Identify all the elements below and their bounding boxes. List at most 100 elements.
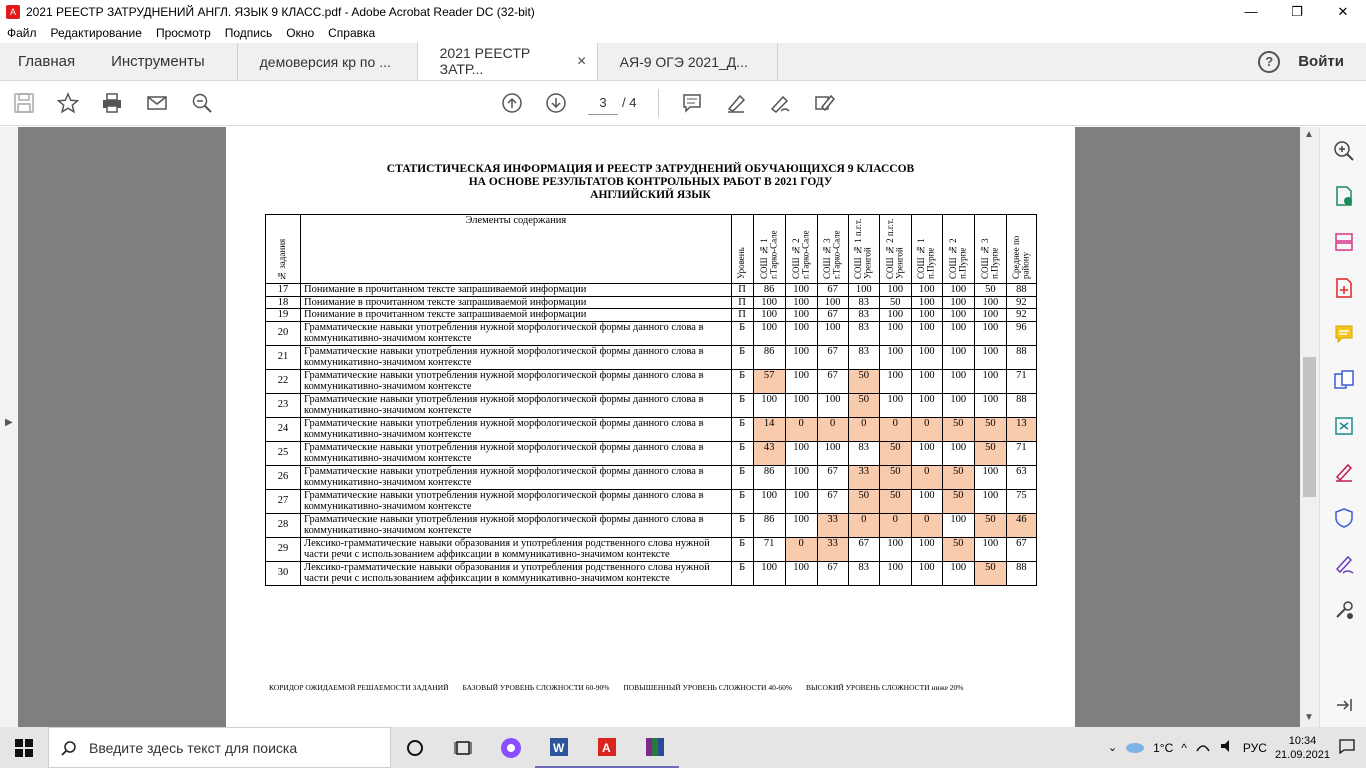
sign-icon[interactable] <box>768 91 792 115</box>
school-value-cell: 0 <box>816 416 849 442</box>
send-for-signature-icon[interactable] <box>1332 552 1356 576</box>
compress-pdf-icon[interactable] <box>1332 414 1356 438</box>
close-window-button[interactable]: ✕ <box>1320 0 1366 23</box>
level-cell: Б <box>730 488 754 514</box>
create-pdf-icon[interactable] <box>1332 276 1356 300</box>
weather-temp[interactable]: 1°C <box>1153 741 1173 755</box>
print-icon[interactable] <box>100 91 124 115</box>
school-value-cell: 50 <box>973 283 1007 297</box>
scroll-down-icon[interactable]: ▼ <box>1304 712 1314 723</box>
task-number-cell: 30 <box>264 560 302 586</box>
acrobat-taskbar-icon[interactable]: A <box>583 727 631 768</box>
collapse-tools-icon[interactable] <box>1332 693 1356 717</box>
menu-sign[interactable]: Подпись <box>218 26 280 40</box>
menu-file[interactable]: Файл <box>0 26 44 40</box>
school-value-cell: 100 <box>941 440 975 466</box>
school-value-cell: 100 <box>910 368 943 394</box>
winrar-app-icon[interactable] <box>631 727 679 768</box>
school-value-cell: 100 <box>784 560 818 586</box>
menu-window[interactable]: Окно <box>279 26 321 40</box>
tray-expand-icon[interactable]: ⌄ <box>1108 741 1117 754</box>
content-element-cell: Грамматические навыки употребления нужно… <box>300 512 732 538</box>
start-button[interactable] <box>0 727 48 768</box>
expand-left-icon[interactable]: ▶ <box>5 417 13 428</box>
zoom-search-icon[interactable] <box>190 91 214 115</box>
school-value-cell: 100 <box>752 295 786 309</box>
school-value-cell: 100 <box>910 392 943 418</box>
legend-high: ВЫСОКИЙ УРОВЕНЬ СЛОЖНОСТИ ниже 20% <box>805 683 964 692</box>
prev-page-icon[interactable] <box>500 91 524 115</box>
export-pdf-icon[interactable] <box>1332 184 1356 208</box>
table-row: 26 Грамматические навыки употребления нуж… <box>264 464 1038 490</box>
organize-pages-icon[interactable] <box>1332 230 1356 254</box>
school-value-cell: 67 <box>816 368 849 394</box>
bookmark-star-icon[interactable] <box>56 91 80 115</box>
restore-button[interactable]: ❐ <box>1274 0 1320 23</box>
average-value-cell: 96 <box>1005 320 1038 346</box>
comment-icon[interactable] <box>680 91 704 115</box>
taskbar-search[interactable]: Введите здесь текст для поиска <box>48 727 391 768</box>
page-number-input[interactable]: 3 <box>588 91 618 115</box>
vertical-scrollbar[interactable]: ▲ ▼ <box>1300 127 1319 727</box>
email-icon[interactable] <box>145 91 169 115</box>
left-panel-toggle[interactable]: ▶ <box>0 127 18 727</box>
task-number-cell: 23 <box>264 392 302 418</box>
doc-tab-2[interactable]: 2021 РЕЕСТР ЗАТР... ✕ <box>416 43 597 80</box>
network-icon[interactable] <box>1195 739 1211 756</box>
fill-and-sign-icon[interactable] <box>1332 460 1356 484</box>
level-cell: Б <box>730 560 754 586</box>
school-value-cell: 100 <box>910 488 943 514</box>
show-hidden-icons[interactable]: ^ <box>1181 741 1187 755</box>
task-view-icon[interactable] <box>439 727 487 768</box>
help-icon[interactable]: ? <box>1258 50 1281 73</box>
school-value-cell: 67 <box>816 560 849 586</box>
protect-shield-icon[interactable] <box>1332 506 1356 530</box>
save-icon[interactable] <box>12 91 36 115</box>
school-value-cell: 100 <box>752 560 786 586</box>
next-page-icon[interactable] <box>544 91 568 115</box>
average-value-cell: 92 <box>1005 308 1038 322</box>
school-value-cell: 100 <box>973 308 1007 322</box>
school-value-cell: 33 <box>816 536 849 562</box>
doc-tab-1[interactable]: демоверсия кр по ... <box>236 43 417 80</box>
cortana-icon[interactable] <box>391 727 439 768</box>
tab-home[interactable]: Главная <box>0 43 93 80</box>
alice-assistant-icon[interactable] <box>487 727 535 768</box>
minimize-button[interactable]: — <box>1228 0 1274 23</box>
heading-line-1: СТАТИСТИЧЕСКАЯ ИНФОРМАЦИЯ И РЕЕСТР ЗАТРУ… <box>386 163 915 175</box>
word-app-icon[interactable]: W <box>535 727 583 768</box>
highlight-pen-icon[interactable] <box>724 91 748 115</box>
scroll-up-icon[interactable]: ▲ <box>1304 129 1314 140</box>
table-row: 22 Грамматические навыки употребления нуж… <box>264 368 1038 394</box>
school-value-cell: 100 <box>784 368 818 394</box>
school-value-cell: 0 <box>847 512 880 538</box>
notifications-icon[interactable] <box>1338 738 1356 757</box>
school-value-cell: 67 <box>847 536 880 562</box>
scrollbar-thumb[interactable] <box>1303 357 1316 497</box>
school-value-cell: 100 <box>973 536 1007 562</box>
school-value-cell: 86 <box>752 344 786 370</box>
zoom-in-icon[interactable] <box>1332 139 1356 163</box>
menu-help[interactable]: Справка <box>321 26 382 40</box>
task-number-cell: 24 <box>264 416 302 442</box>
combine-files-icon[interactable] <box>1332 368 1356 392</box>
tab-tools[interactable]: Инструменты <box>93 43 237 80</box>
input-language[interactable]: РУС <box>1243 741 1267 755</box>
task-number-cell: 28 <box>264 512 302 538</box>
clock[interactable]: 10:34 21.09.2021 <box>1275 734 1330 762</box>
comment-tool-icon[interactable] <box>1332 322 1356 346</box>
level-cell: Б <box>730 368 754 394</box>
doc-tab-3[interactable]: АЯ-9 ОГЭ 2021_Д... <box>596 43 777 80</box>
content-element-cell: Понимание в прочитанном тексте запрашива… <box>300 308 732 322</box>
school-value-cell: 100 <box>910 308 943 322</box>
weather-cloud-icon[interactable] <box>1125 739 1145 756</box>
close-tab-icon[interactable]: ✕ <box>577 54 587 68</box>
menu-view[interactable]: Просмотр <box>149 26 218 40</box>
menu-edit[interactable]: Редактирование <box>44 26 149 40</box>
fill-sign-icon[interactable] <box>812 91 836 115</box>
school-value-cell: 100 <box>973 320 1007 346</box>
more-tools-icon[interactable] <box>1332 598 1356 622</box>
volume-icon[interactable] <box>1219 739 1235 756</box>
school-value-cell: 67 <box>816 488 849 514</box>
signin-button[interactable]: Войти <box>1298 53 1344 70</box>
